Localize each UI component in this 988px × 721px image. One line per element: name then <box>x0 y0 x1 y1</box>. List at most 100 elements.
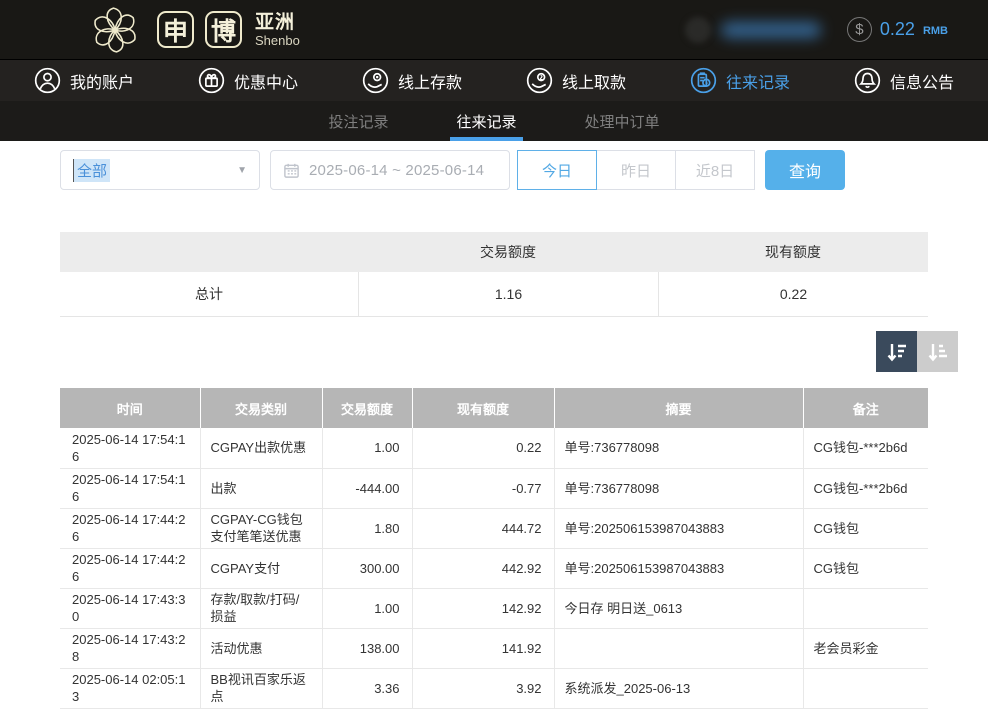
username-redacted[interactable] <box>685 17 821 43</box>
nav-label: 信息公告 <box>890 69 954 93</box>
tab-transaction-records[interactable]: 往来记录 <box>450 101 522 141</box>
nav-item-withdraw[interactable]: 线上取款 <box>526 67 626 94</box>
transactions-table: 时间 交易类别 交易额度 现有额度 摘要 备注 2025-06-14 17:54… <box>60 388 928 709</box>
table-header-row: 时间 交易类别 交易额度 现有额度 摘要 备注 <box>60 388 928 428</box>
flower-logo-icon <box>84 5 146 55</box>
cell-time: 2025-06-14 17:43:28 <box>60 628 200 668</box>
cell-note <box>803 668 928 708</box>
nav-item-announcements[interactable]: 信息公告 <box>854 67 954 94</box>
nav-item-records[interactable]: 往来记录 <box>690 67 790 94</box>
cell-time: 2025-06-14 02:05:13 <box>60 668 200 708</box>
balance-currency: RMB <box>923 25 948 37</box>
nav-label: 我的账户 <box>70 69 134 93</box>
quick-date-buttons: 今日 昨日 近8日 <box>517 150 755 190</box>
bell-icon <box>854 67 881 94</box>
dropdown-selected-value: 全部 <box>73 159 110 182</box>
chevron-down-icon: ▼ <box>237 165 247 176</box>
cell-transaction-amount: 1.00 <box>322 428 412 468</box>
cell-transaction-type: CGPAY-CG钱包支付笔笔送优惠 <box>200 508 322 548</box>
header-note: 备注 <box>803 388 928 428</box>
summary-table: 交易额度 现有额度 总计 1.16 0.22 <box>60 232 928 317</box>
transactions-body: 2025-06-14 17:54:16 CGPAY出款优惠 1.00 0.22 … <box>60 428 928 708</box>
logo-char-1: 申 <box>157 11 194 48</box>
table-row: 2025-06-14 17:44:26 CGPAY-CG钱包支付笔笔送优惠 1.… <box>60 508 928 548</box>
username-blurred-text <box>721 22 821 38</box>
cell-current-amount: 442.92 <box>412 548 554 588</box>
cell-note: CG钱包 <box>803 508 928 548</box>
search-button[interactable]: 查询 <box>765 150 845 190</box>
sort-descending-icon <box>885 340 909 364</box>
cell-transaction-type: BB视讯百家乐返点 <box>200 668 322 708</box>
deposit-icon <box>362 67 389 94</box>
cell-transaction-amount: 3.36 <box>322 668 412 708</box>
cell-summary: 单号:202506153987043883 <box>554 508 803 548</box>
user-icon <box>34 67 61 94</box>
date-range-value: 2025-06-14 ~ 2025-06-14 <box>309 162 484 179</box>
summary-header-transaction: 交易额度 <box>358 242 658 262</box>
sub-nav: 投注记录 往来记录 处理中订单 <box>0 101 988 141</box>
summary-header-row: 交易额度 现有额度 <box>60 232 928 272</box>
logo-char-2: 博 <box>205 11 242 48</box>
summary-total-label: 总计 <box>60 272 358 316</box>
sort-descending-button[interactable] <box>876 331 917 372</box>
tab-betting-records[interactable]: 投注记录 <box>322 101 394 141</box>
nav-item-promotions[interactable]: 优惠中心 <box>198 67 298 94</box>
header-current-amount: 现有额度 <box>412 388 554 428</box>
avatar <box>685 17 711 43</box>
cell-time: 2025-06-14 17:43:30 <box>60 588 200 628</box>
cell-time: 2025-06-14 17:54:16 <box>60 468 200 508</box>
site-logo[interactable]: 申 博 亚洲 Shenbo <box>84 5 300 55</box>
cell-time: 2025-06-14 17:44:26 <box>60 548 200 588</box>
transaction-type-dropdown[interactable]: 全部 ▼ <box>60 150 260 190</box>
cell-transaction-amount: -444.00 <box>322 468 412 508</box>
dollar-coin-icon: $ <box>847 17 872 42</box>
cell-summary <box>554 628 803 668</box>
cell-summary: 单号:202506153987043883 <box>554 548 803 588</box>
gift-icon <box>198 67 225 94</box>
last-8-days-button[interactable]: 近8日 <box>675 150 755 190</box>
cell-transaction-amount: 300.00 <box>322 548 412 588</box>
summary-total-current: 0.22 <box>658 272 928 316</box>
logo-region-text: 亚洲 <box>255 13 300 32</box>
cell-transaction-amount: 138.00 <box>322 628 412 668</box>
balance-display[interactable]: $ 0.22 RMB <box>847 17 948 42</box>
sort-ascending-button[interactable] <box>917 331 958 372</box>
header-transaction-amount: 交易额度 <box>322 388 412 428</box>
header-summary: 摘要 <box>554 388 803 428</box>
cell-current-amount: 3.92 <box>412 668 554 708</box>
date-range-input[interactable]: 2025-06-14 ~ 2025-06-14 <box>270 150 510 190</box>
cell-transaction-type: 存款/取款/打码/损益 <box>200 588 322 628</box>
cell-transaction-amount: 1.00 <box>322 588 412 628</box>
header-transaction-type: 交易类别 <box>200 388 322 428</box>
nav-label: 线上取款 <box>562 69 626 93</box>
cell-current-amount: 141.92 <box>412 628 554 668</box>
sort-controls <box>876 331 958 372</box>
cell-summary: 系统派发_2025-06-13 <box>554 668 803 708</box>
nav-label: 优惠中心 <box>234 69 298 93</box>
cell-transaction-type: CGPAY出款优惠 <box>200 428 322 468</box>
cell-note <box>803 588 928 628</box>
nav-label: 线上存款 <box>398 69 462 93</box>
cell-transaction-type: CGPAY支付 <box>200 548 322 588</box>
cell-time: 2025-06-14 17:54:16 <box>60 428 200 468</box>
yesterday-button[interactable]: 昨日 <box>596 150 676 190</box>
table-row: 2025-06-14 17:43:30 存款/取款/打码/损益 1.00 142… <box>60 588 928 628</box>
table-row: 2025-06-14 17:43:28 活动优惠 138.00 141.92 老… <box>60 628 928 668</box>
nav-label: 往来记录 <box>726 69 790 93</box>
header-time: 时间 <box>60 388 200 428</box>
cell-transaction-type: 出款 <box>200 468 322 508</box>
cell-current-amount: -0.77 <box>412 468 554 508</box>
cell-summary: 今日存 明日送_0613 <box>554 588 803 628</box>
nav-item-my-account[interactable]: 我的账户 <box>34 67 134 94</box>
records-icon <box>690 67 717 94</box>
nav-item-deposit[interactable]: 线上存款 <box>362 67 462 94</box>
summary-total-transaction: 1.16 <box>358 272 658 316</box>
today-button[interactable]: 今日 <box>517 150 597 190</box>
cell-current-amount: 0.22 <box>412 428 554 468</box>
table-row: 2025-06-14 17:44:26 CGPAY支付 300.00 442.9… <box>60 548 928 588</box>
cell-note: CG钱包 <box>803 548 928 588</box>
cell-transaction-amount: 1.80 <box>322 508 412 548</box>
tab-pending-orders[interactable]: 处理中订单 <box>579 101 666 141</box>
cell-note: CG钱包-***2b6d <box>803 468 928 508</box>
cell-note: 老会员彩金 <box>803 628 928 668</box>
